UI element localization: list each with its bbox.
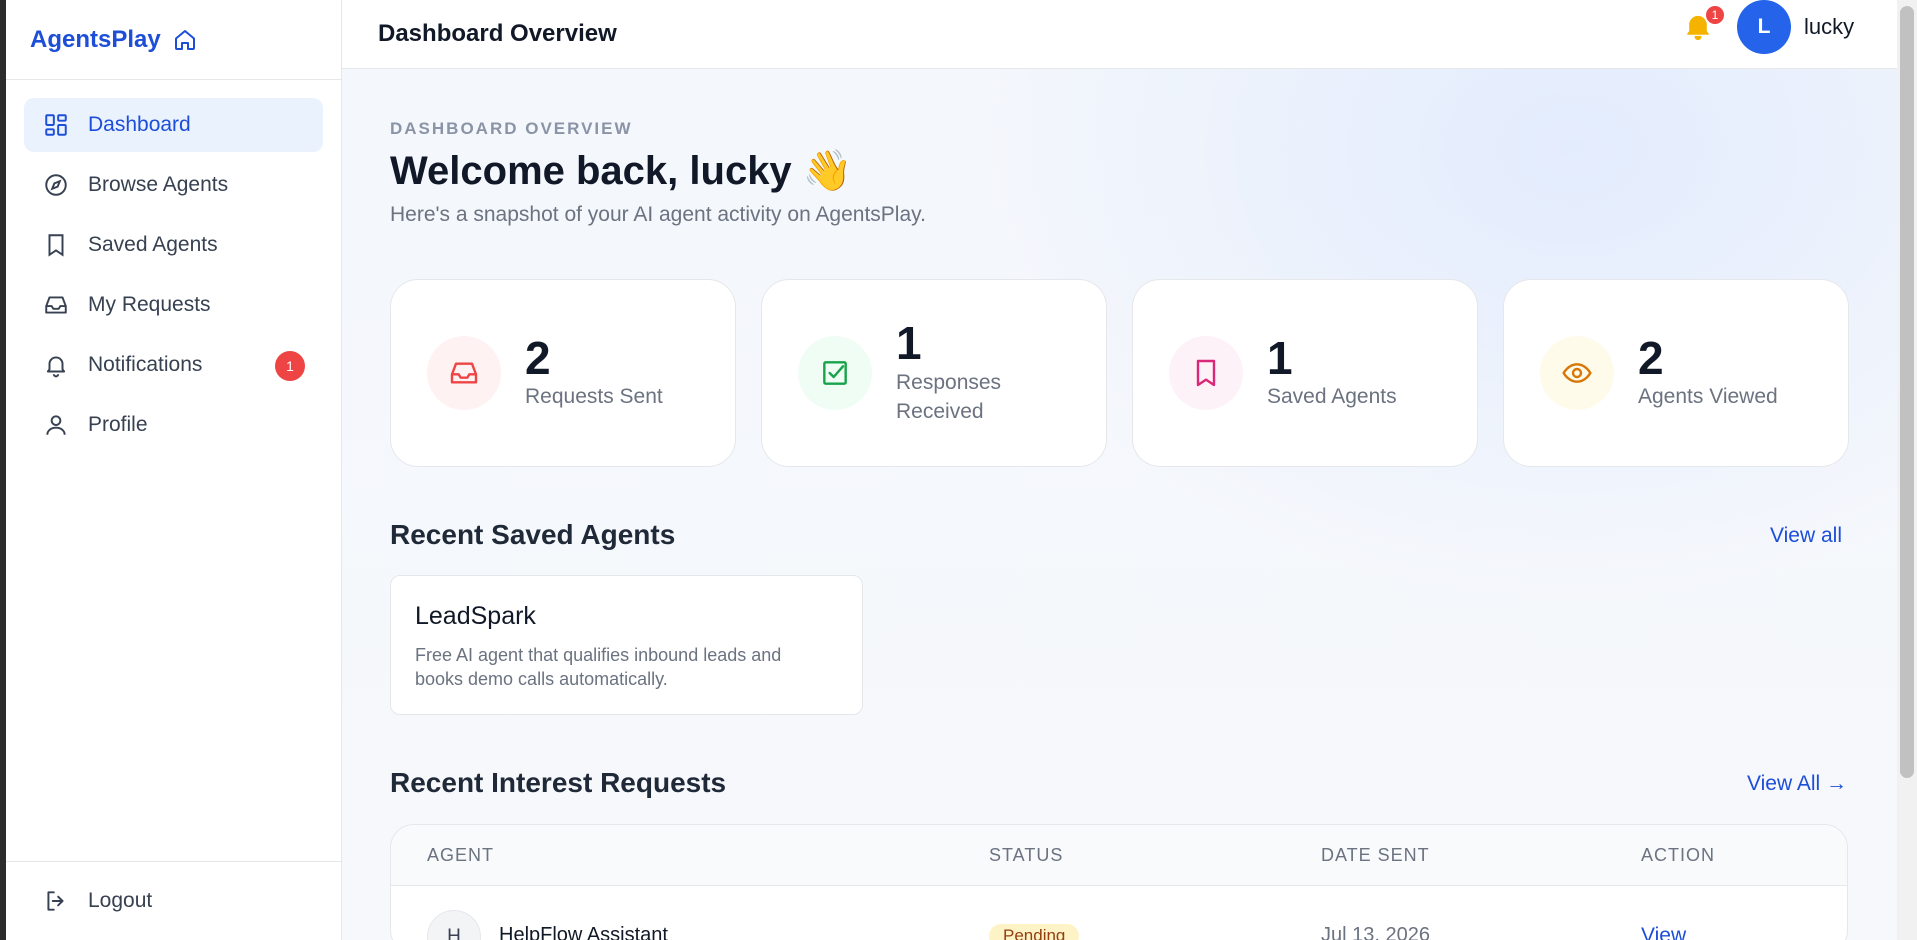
notifications-button[interactable]: 1 xyxy=(1682,4,1726,48)
view-all-saved-link[interactable]: View all xyxy=(1770,524,1842,548)
stat-card-saved-agents: 1 Saved Agents xyxy=(1132,279,1478,467)
grid-icon xyxy=(42,111,70,139)
check-square-icon xyxy=(798,336,872,410)
username[interactable]: lucky xyxy=(1804,14,1854,40)
agent-name: LeadSpark xyxy=(415,602,536,630)
logout-button[interactable]: Logout xyxy=(24,874,323,928)
inbox-icon xyxy=(42,291,70,319)
avatar[interactable]: L xyxy=(1737,0,1791,54)
sidebar-item-label: Dashboard xyxy=(88,113,191,136)
stat-card-requests-sent: 2 Requests Sent xyxy=(390,279,736,467)
date-sent-cell: Jul 13, 2026 xyxy=(1321,924,1430,940)
view-all-requests-link[interactable]: View All → xyxy=(1747,772,1847,796)
welcome-subtitle: Here's a snapshot of your AI agent activ… xyxy=(390,203,926,226)
stat-value: 2 xyxy=(525,332,551,385)
sidebar-item-saved-agents[interactable]: Saved Agents xyxy=(24,218,323,272)
sidebar-item-dashboard[interactable]: Dashboard xyxy=(24,98,323,152)
stat-label: Requests Sent xyxy=(525,385,663,409)
stat-label: Responses Received xyxy=(896,370,1002,424)
inbox-icon xyxy=(427,336,501,410)
logout-label: Logout xyxy=(88,889,153,912)
eye-icon xyxy=(1540,336,1614,410)
stat-value: 1 xyxy=(1267,332,1293,385)
column-header-status: STATUS xyxy=(989,845,1064,865)
notification-count-badge: 1 xyxy=(1704,4,1726,26)
main-content: DASHBOARD OVERVIEW Welcome back, lucky 👋… xyxy=(342,69,1897,940)
stat-label: Saved Agents xyxy=(1267,385,1397,409)
compass-icon xyxy=(42,171,70,199)
bookmark-icon xyxy=(42,231,70,259)
home-icon xyxy=(174,29,195,50)
sidebar: AgentsPlay Dashboard Browse Agents Saved… xyxy=(6,0,342,940)
brand-name[interactable]: AgentsPlay xyxy=(30,26,161,54)
logout-section: Logout xyxy=(6,861,341,934)
sidebar-item-label: Profile xyxy=(88,413,148,436)
agent-avatar: H xyxy=(427,910,481,940)
agent-description: Free AI agent that qualifies inbound lea… xyxy=(415,645,782,690)
stat-value: 2 xyxy=(1638,332,1664,385)
stat-label: Agents Viewed xyxy=(1638,385,1778,409)
table-row: H HelpFlow Assistant Pending Jul 13, 202… xyxy=(391,886,1847,940)
stat-card-agents-viewed: 2 Agents Viewed xyxy=(1503,279,1849,467)
sidebar-item-label: Saved Agents xyxy=(88,233,218,256)
stat-card-responses-received: 1 Responses Received xyxy=(761,279,1107,467)
recent-saved-agents-title: Recent Saved Agents xyxy=(390,519,676,550)
eyebrow: DASHBOARD OVERVIEW xyxy=(390,119,633,138)
view-request-link[interactable]: View xyxy=(1641,924,1686,940)
sidebar-item-label: My Requests xyxy=(88,293,211,316)
column-header-action: ACTION xyxy=(1641,845,1716,865)
logout-icon xyxy=(42,887,70,915)
saved-agent-card[interactable]: LeadSpark Free AI agent that qualifies i… xyxy=(390,575,863,715)
sidebar-item-label: Notifications xyxy=(88,353,203,376)
bookmark-icon xyxy=(1169,336,1243,410)
bell-icon xyxy=(42,351,70,379)
sidebar-item-label: Browse Agents xyxy=(88,173,229,196)
user-icon xyxy=(42,411,70,439)
agent-name-cell: HelpFlow Assistant xyxy=(499,924,668,940)
column-header-agent: AGENT xyxy=(427,845,495,865)
sidebar-nav: Dashboard Browse Agents Saved Agents My … xyxy=(6,80,341,452)
requests-table: AGENT STATUS DATE SENT ACTION H HelpFlow… xyxy=(390,824,1848,940)
sidebar-item-browse-agents[interactable]: Browse Agents xyxy=(24,158,323,212)
welcome-heading: Welcome back, lucky 👋 xyxy=(390,149,853,193)
scrollbar-thumb[interactable] xyxy=(1900,6,1914,778)
stats-row: 2 Requests Sent 1 Responses Received 1 S… xyxy=(390,279,1849,467)
brand[interactable]: AgentsPlay xyxy=(6,0,341,80)
recent-interest-requests-title: Recent Interest Requests xyxy=(390,767,727,798)
status-badge: Pending xyxy=(989,924,1080,940)
table-header: AGENT STATUS DATE SENT ACTION xyxy=(391,825,1847,886)
notification-badge: 1 xyxy=(275,351,305,381)
top-header: Dashboard Overview 1 L lucky xyxy=(342,0,1897,69)
stat-value: 1 xyxy=(896,317,922,370)
sidebar-item-notifications[interactable]: Notifications 1 xyxy=(24,338,323,392)
sidebar-item-my-requests[interactable]: My Requests xyxy=(24,278,323,332)
sidebar-item-profile[interactable]: Profile xyxy=(24,398,323,452)
column-header-date-sent: DATE SENT xyxy=(1321,845,1430,865)
page-title: Dashboard Overview xyxy=(378,20,617,47)
